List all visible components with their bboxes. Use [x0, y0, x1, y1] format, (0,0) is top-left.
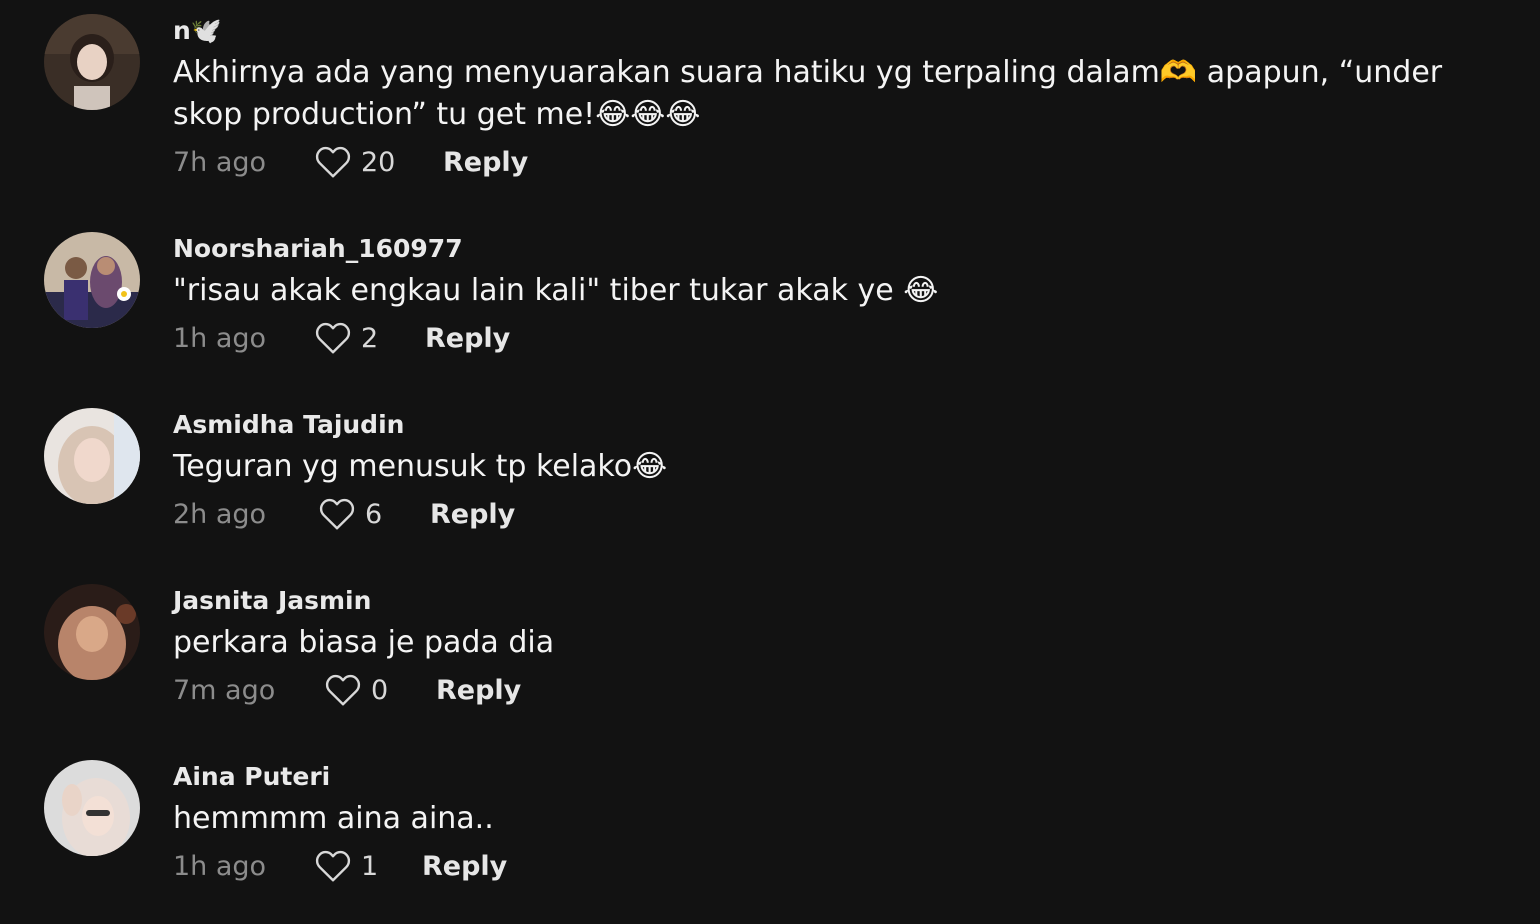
comment-username[interactable]: Asmidha Tajudin: [173, 408, 1473, 442]
avatar[interactable]: [44, 14, 140, 110]
avatar[interactable]: [44, 760, 140, 856]
comment-time: 1h ago: [173, 850, 267, 882]
comment-meta: 1h ago 1 Reply: [173, 844, 1473, 888]
comment-username[interactable]: Jasnita Jasmin: [173, 584, 1473, 618]
like-count: 0: [371, 674, 389, 706]
like-button[interactable]: 20: [315, 145, 443, 179]
avatar[interactable]: [44, 408, 140, 504]
comment-text: hemmmm aina aina..: [173, 801, 494, 836]
heart-outline-icon: [315, 146, 351, 178]
comment-body: Asmidha Tajudin Teguran yg menusuk tp ke…: [173, 408, 1473, 536]
comment-username[interactable]: Noorshariah_160977: [173, 232, 1473, 266]
reply-button[interactable]: Reply: [436, 675, 521, 706]
reply-button[interactable]: Reply: [443, 147, 528, 178]
like-count: 1: [361, 850, 379, 882]
like-button[interactable]: 0: [325, 673, 436, 707]
reply-button[interactable]: Reply: [422, 851, 507, 882]
comment-time: 2h ago: [173, 498, 267, 530]
comment-list: n🕊️ Akhirnya ada yang menyuarakan suara …: [0, 0, 1540, 924]
comment-username[interactable]: n🕊️: [173, 14, 1473, 48]
avatar[interactable]: [44, 232, 140, 328]
reply-button[interactable]: Reply: [430, 499, 515, 530]
comment-time: 1h ago: [173, 322, 267, 354]
comment-text: "risau akak engkau lain kali" tiber tuka…: [173, 273, 939, 308]
like-count: 6: [365, 498, 383, 530]
comment-text: Akhirnya ada yang menyuarakan suara hati…: [173, 55, 1443, 132]
like-button[interactable]: 1: [315, 849, 422, 883]
comment-username[interactable]: Aina Puteri: [173, 760, 1473, 794]
heart-outline-icon: [315, 322, 351, 354]
like-count: 20: [361, 146, 396, 178]
comment-text: perkara biasa je pada dia: [173, 625, 555, 660]
heart-outline-icon: [315, 850, 351, 882]
comment-body: Noorshariah_160977 "risau akak engkau la…: [173, 232, 1473, 360]
comment-meta: 7m ago 0 Reply: [173, 668, 1473, 712]
comment-body: Aina Puteri hemmmm aina aina.. 1h ago 1 …: [173, 760, 1473, 888]
comment-body: n🕊️ Akhirnya ada yang menyuarakan suara …: [173, 14, 1473, 184]
heart-outline-icon: [319, 498, 355, 530]
comment-time: 7m ago: [173, 674, 276, 706]
avatar[interactable]: [44, 584, 140, 680]
comment-body: Jasnita Jasmin perkara biasa je pada dia…: [173, 584, 1473, 712]
heart-outline-icon: [325, 674, 361, 706]
like-button[interactable]: 2: [315, 321, 425, 355]
comment-meta: 1h ago 2 Reply: [173, 316, 1473, 360]
like-button[interactable]: 6: [319, 497, 430, 531]
like-count: 2: [361, 322, 379, 354]
reply-button[interactable]: Reply: [425, 323, 510, 354]
comment-text: Teguran yg menusuk tp kelako😂: [173, 449, 668, 484]
comment-time: 7h ago: [173, 146, 267, 178]
comment-meta: 2h ago 6 Reply: [173, 492, 1473, 536]
comment-meta: 7h ago 20 Reply: [173, 140, 1473, 184]
